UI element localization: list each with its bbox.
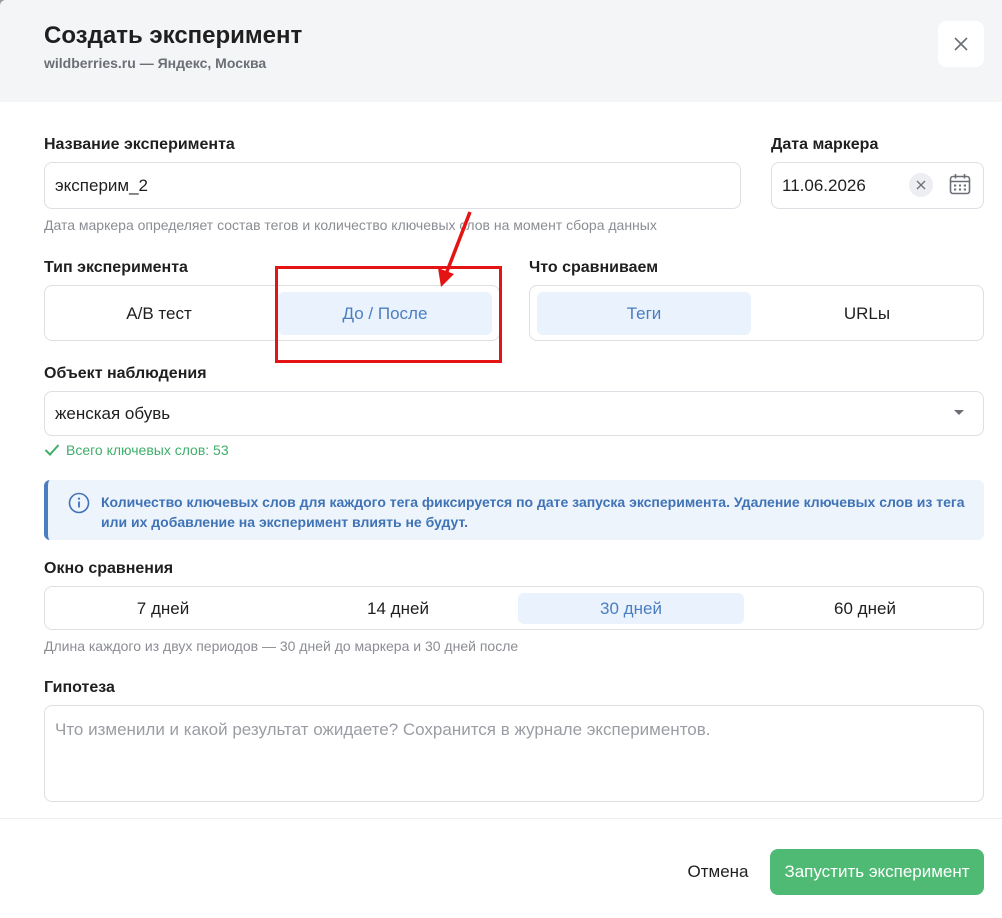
modal-subtitle: wildberries.ru — Яндекс, Москва	[44, 55, 267, 71]
type-label: Тип эксперимента	[44, 259, 188, 276]
hypothesis-label: Гипотеза	[44, 679, 115, 696]
create-experiment-modal: Создать эксперимент wildberries.ru — Янд…	[0, 0, 1002, 918]
close-icon	[954, 37, 968, 51]
info-text: Количество ключевых слов для каждого тег…	[101, 494, 965, 530]
date-label: Дата маркера	[771, 136, 879, 153]
modal-header: Создать эксперимент wildberries.ru — Янд…	[0, 0, 1002, 102]
info-icon	[68, 492, 90, 514]
object-label: Объект наблюдения	[44, 365, 207, 382]
keywords-count-text: Всего ключевых слов: 53	[66, 442, 229, 458]
compare-label: Что сравниваем	[529, 259, 659, 276]
compare-option-tags[interactable]: Теги	[537, 292, 751, 335]
modal-title: Создать эксперимент	[44, 22, 303, 49]
date-hint: Дата маркера определяет состав тегов и к…	[44, 217, 657, 233]
hypothesis-textarea[interactable]: Что изменили и какой результат ожидаете?…	[44, 705, 984, 802]
close-button[interactable]	[938, 21, 984, 67]
experiment-name-value: эксперим_2	[55, 175, 149, 195]
compare-selector: Теги URLы	[529, 285, 984, 341]
observation-object-select[interactable]: женская обувь	[44, 391, 984, 436]
marker-date-value: 11.06.2026	[782, 175, 866, 195]
hypothesis-placeholder: Что изменили и какой результат ожидаете?…	[55, 720, 711, 739]
window-option-60[interactable]: 60 дней	[752, 593, 978, 624]
experiment-name-input[interactable]: эксперим_2	[44, 162, 741, 209]
observation-object-value: женская обувь	[55, 403, 171, 423]
window-option-14[interactable]: 14 дней	[285, 593, 511, 624]
clear-date-button[interactable]	[909, 173, 933, 197]
footer-divider	[0, 818, 1002, 819]
window-option-7[interactable]: 7 дней	[50, 593, 276, 624]
keywords-count-status: Всего ключевых слов: 53	[44, 442, 229, 458]
comparison-window-selector: 7 дней 14 дней 30 дней 60 дней	[44, 586, 984, 630]
window-hint: Длина каждого из двух периодов — 30 дней…	[44, 638, 519, 654]
name-label: Название эксперимента	[44, 136, 235, 153]
compare-option-urls[interactable]: URLы	[756, 292, 978, 335]
chevron-down-icon	[954, 410, 964, 415]
window-label: Окно сравнения	[44, 560, 174, 577]
cancel-button[interactable]: Отмена	[672, 849, 764, 895]
info-callout: Количество ключевых слов для каждого тег…	[44, 480, 984, 540]
annotation-highlight-box	[275, 266, 502, 363]
type-option-ab[interactable]: А/В тест	[45, 292, 273, 335]
clear-icon	[916, 180, 926, 190]
window-option-30[interactable]: 30 дней	[518, 593, 744, 624]
calendar-icon[interactable]	[948, 172, 972, 196]
check-icon	[44, 444, 60, 456]
launch-experiment-button[interactable]: Запустить эксперимент	[770, 849, 984, 895]
